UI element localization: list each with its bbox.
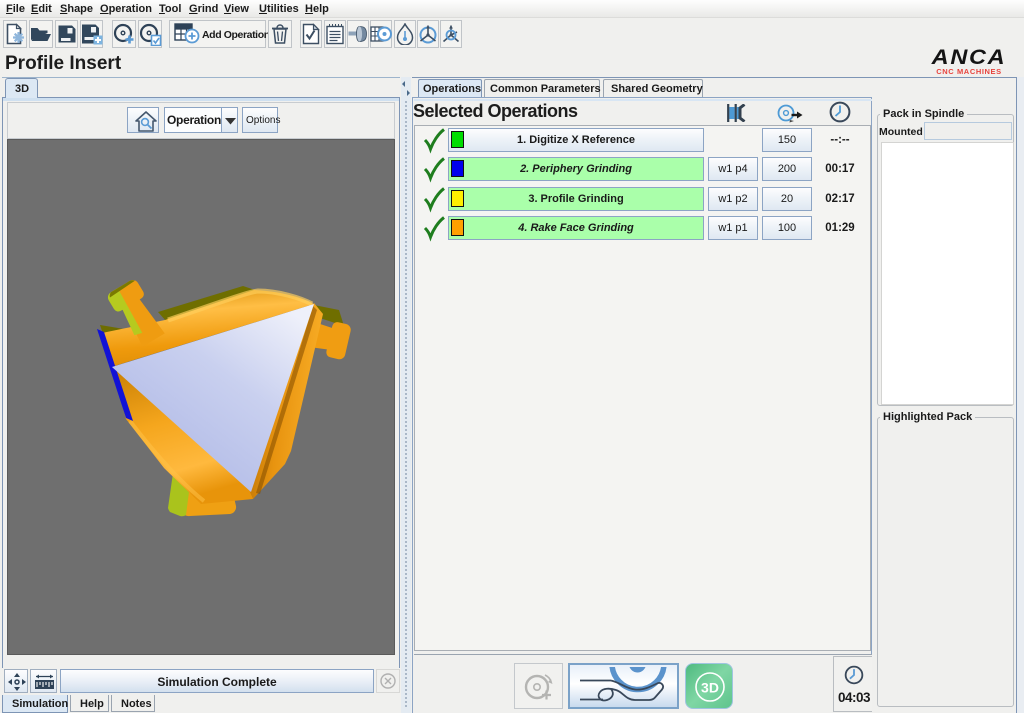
svg-text:3D: 3D: [701, 680, 719, 696]
